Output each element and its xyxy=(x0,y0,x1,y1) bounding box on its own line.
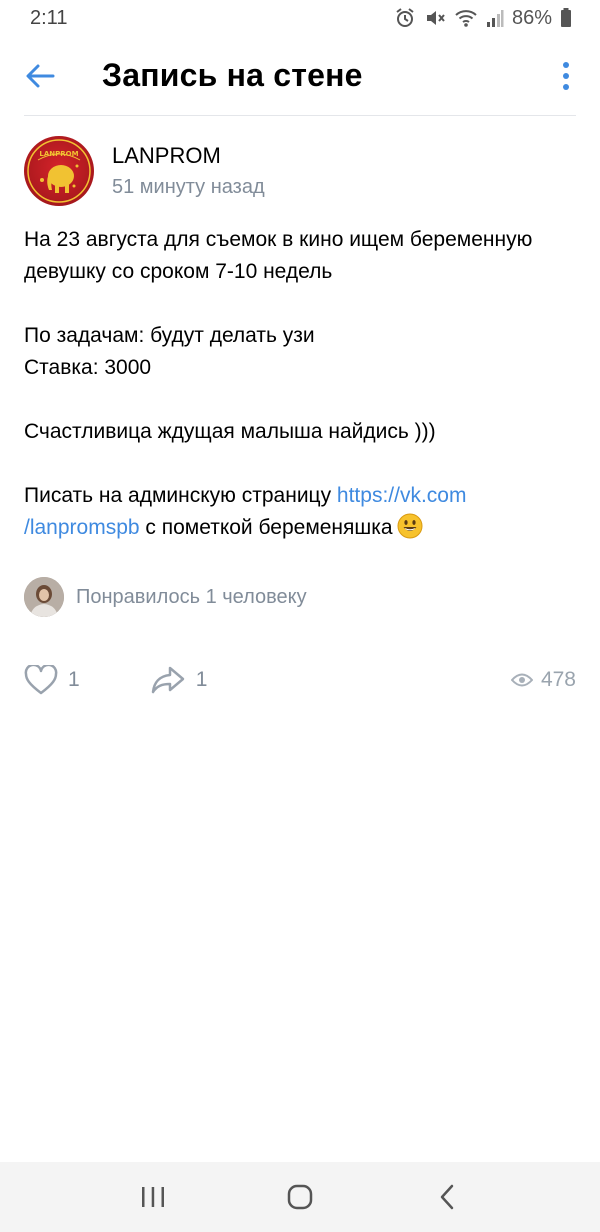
status-icons: 86% xyxy=(394,7,572,30)
signal-icon xyxy=(486,7,504,29)
more-options-button[interactable] xyxy=(554,56,578,96)
post-author: LANPROM LANPROM 51 минуту назад xyxy=(24,136,265,206)
heart-icon xyxy=(24,665,58,695)
post-text-line: По задачам: будут делать узи xyxy=(24,324,315,347)
chevron-left-icon xyxy=(440,1184,453,1210)
post-text-fragment: Писать на админскую страницу xyxy=(24,484,337,507)
app-header: Запись на стене xyxy=(24,36,576,116)
view-counter: 478 xyxy=(510,668,576,692)
share-button[interactable]: 1 xyxy=(150,665,208,695)
like-count: 1 xyxy=(68,668,80,691)
home-icon xyxy=(287,1184,313,1210)
post-timestamp: 51 минуту назад xyxy=(112,175,265,198)
profile-link[interactable]: https://vk.com xyxy=(337,484,467,507)
mute-icon xyxy=(424,7,446,29)
wifi-icon xyxy=(454,7,478,29)
post-blank-line xyxy=(24,384,576,416)
likes-summary[interactable]: Понравилось 1 человеку xyxy=(24,577,307,617)
view-count: 478 xyxy=(540,668,576,691)
home-button[interactable] xyxy=(270,1172,330,1222)
recent-apps-icon xyxy=(142,1187,165,1207)
page-title: Запись на стене xyxy=(102,57,363,93)
more-vertical-icon xyxy=(563,62,569,68)
more-vertical-icon-dot xyxy=(563,84,569,90)
battery-icon xyxy=(560,7,572,29)
back-button[interactable] xyxy=(20,56,60,96)
eye-icon xyxy=(510,673,533,687)
author-info: LANPROM 51 минуту назад xyxy=(112,142,265,201)
post-text-fragment: с пометкой беременяшка xyxy=(139,516,393,539)
post-text-line: девушку со сроком 7-10 недель xyxy=(24,260,333,283)
svg-text:LANPROM: LANPROM xyxy=(39,150,78,158)
author-name[interactable]: LANPROM xyxy=(112,142,265,170)
post-text-line: Ставка: 3000 xyxy=(24,356,152,379)
share-count: 1 xyxy=(195,668,208,691)
likes-summary-text: Понравилось 1 человеку xyxy=(76,585,307,608)
lanprom-logo-icon: LANPROM xyxy=(27,139,91,203)
like-button[interactable]: 1 xyxy=(24,665,80,695)
status-bar: 2:11 86% xyxy=(0,0,600,36)
more-vertical-icon-dot xyxy=(563,73,569,79)
person-photo-icon xyxy=(24,577,64,617)
recent-apps-button[interactable] xyxy=(123,1172,183,1222)
post-blank-line xyxy=(24,448,576,480)
arrow-left-icon xyxy=(26,64,55,87)
alarm-icon xyxy=(394,7,416,29)
status-time: 2:11 xyxy=(30,6,68,29)
profile-link[interactable]: /lanpromspb xyxy=(24,516,140,539)
smiling-face-emoji-icon xyxy=(397,513,423,539)
post-text-line: На 23 августа для съемок в кино ищем бер… xyxy=(24,228,533,251)
system-nav-bar xyxy=(0,1162,600,1232)
post-text-line: Счастливица ждущая малыша найдись ))) xyxy=(24,420,436,443)
post-blank-line xyxy=(24,288,576,320)
author-avatar[interactable]: LANPROM xyxy=(24,136,94,206)
share-arrow-icon xyxy=(151,666,184,694)
battery-label: 86% xyxy=(511,6,552,29)
liker-avatar xyxy=(24,577,64,617)
back-nav-button[interactable] xyxy=(417,1172,477,1222)
post-text-line: /lanpromspb с пометкой беременяшка xyxy=(24,512,576,544)
post-actions: 1 1 478 xyxy=(24,660,576,700)
post-body: На 23 августа для съемок в кино ищем бер… xyxy=(24,224,576,544)
post-text-line: Писать на админскую страницу https://vk.… xyxy=(24,480,576,512)
